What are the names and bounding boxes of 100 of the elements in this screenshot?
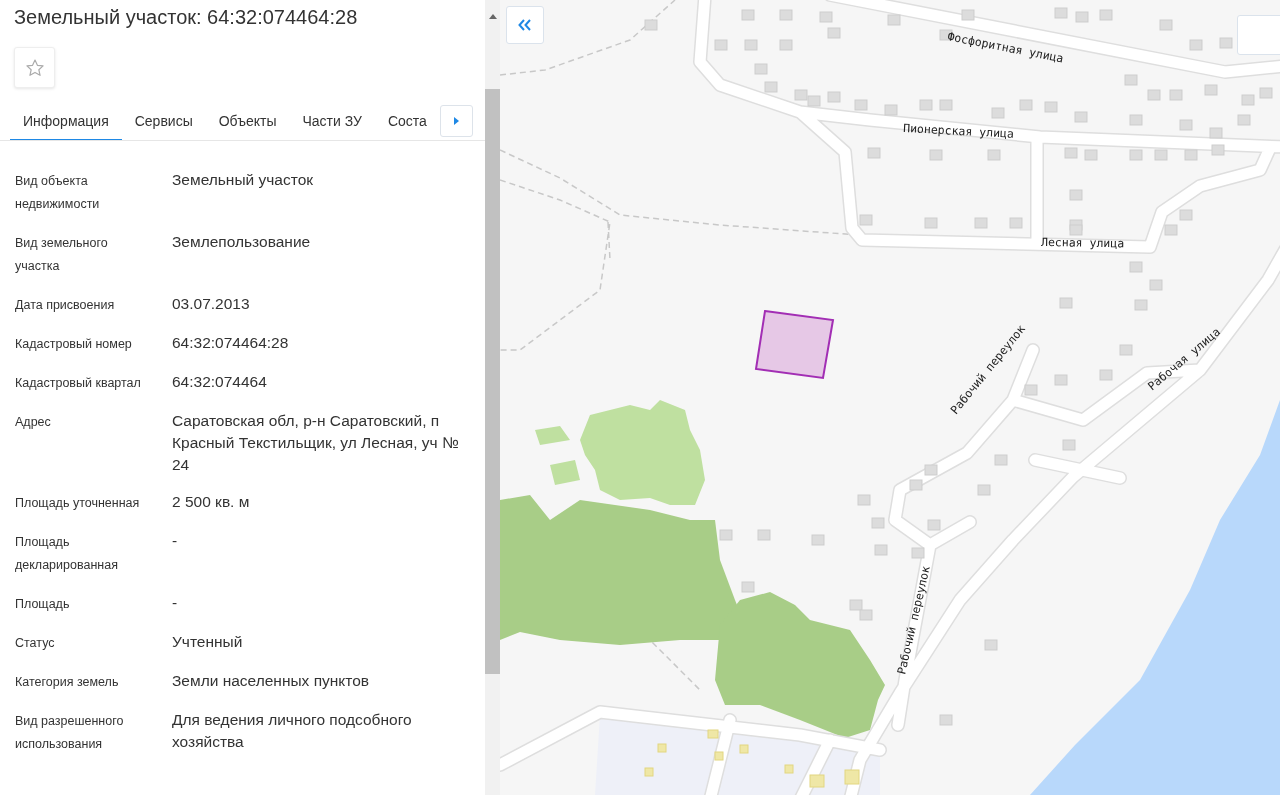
building — [1099, 369, 1113, 381]
house — [707, 729, 719, 739]
map-control-panel[interactable] — [1237, 15, 1280, 55]
building — [1059, 297, 1073, 309]
field-label: Дата присвоения — [15, 297, 116, 314]
building — [924, 217, 938, 229]
building — [984, 639, 998, 651]
field-label: Площадь декларированная — [15, 534, 119, 574]
house — [739, 744, 749, 754]
building — [994, 454, 1008, 466]
field-value: Земли населенных пунктов — [172, 671, 371, 691]
field-label: Кадастровый номер — [15, 336, 133, 353]
house — [844, 769, 860, 785]
field-label: Адрес — [15, 414, 52, 431]
building — [854, 99, 868, 111]
field-value: 64:32:074464:28 — [172, 333, 290, 353]
tab[interactable]: Части ЗУ — [289, 101, 375, 140]
house — [784, 764, 794, 774]
building — [1209, 127, 1223, 139]
panel-title: Земельный участок: 64:32:074464:28 — [13, 5, 359, 30]
building — [719, 529, 733, 541]
field-value: Учтенный — [172, 632, 244, 652]
favorite-button[interactable] — [14, 47, 55, 88]
caret-icon — [453, 116, 459, 125]
building — [1062, 439, 1076, 451]
building — [1211, 144, 1225, 156]
building — [939, 99, 953, 111]
building — [1259, 87, 1273, 99]
field-value: 2 500 кв. м — [172, 492, 251, 512]
building — [977, 484, 991, 496]
building — [1069, 189, 1083, 201]
building — [1099, 9, 1113, 21]
building — [764, 81, 778, 93]
building — [1129, 261, 1143, 273]
land-parcel[interactable] — [754, 309, 835, 380]
collapse-panel-button[interactable] — [506, 6, 544, 44]
building — [1074, 111, 1088, 123]
building — [987, 149, 1001, 161]
star-icon — [24, 57, 45, 78]
tab[interactable]: Сервисы — [121, 101, 206, 140]
field-value: Саратовская обл, р-н Саратовский, п Красный Текстильщик, ул Лесная, уч № 24 — [172, 411, 460, 475]
building — [1134, 299, 1148, 311]
house — [644, 767, 654, 777]
building — [714, 39, 728, 51]
building — [927, 519, 941, 531]
double-chevron-left-icon — [518, 19, 532, 31]
scrollbar-thumb[interactable] — [485, 89, 500, 674]
tab[interactable]: Объекты — [205, 101, 290, 140]
building — [1054, 7, 1068, 19]
building — [1179, 119, 1193, 131]
building — [909, 479, 923, 491]
building — [807, 95, 821, 107]
building — [871, 517, 885, 529]
building — [1149, 279, 1163, 291]
building — [1237, 114, 1251, 126]
field-label: Площадь уточненная — [15, 495, 141, 512]
building — [1024, 384, 1038, 396]
building — [1124, 74, 1138, 86]
building — [779, 9, 793, 21]
street-label: Пионерская улица — [902, 121, 1015, 141]
field-label: Вид объекта недвижимости — [15, 173, 101, 213]
building — [744, 39, 758, 51]
house — [714, 751, 724, 761]
building — [1009, 217, 1023, 229]
field-value: Земельный участок — [172, 170, 315, 190]
building — [859, 609, 873, 621]
field-value: Землепользование — [172, 232, 312, 252]
tabs-scroll-button[interactable] — [439, 104, 473, 137]
house — [809, 774, 825, 788]
building — [859, 214, 873, 226]
building — [991, 107, 1005, 119]
tab[interactable]: Информация — [10, 101, 122, 140]
building — [887, 14, 901, 26]
field-value: Для ведения личного подсобного хозяйства — [172, 710, 413, 752]
building — [1019, 99, 1033, 111]
building — [1189, 39, 1203, 51]
building — [924, 464, 938, 476]
field-label: Кадастровый квартал — [15, 375, 142, 392]
building — [857, 494, 871, 506]
building — [779, 39, 793, 51]
building — [741, 9, 755, 21]
building — [1184, 149, 1198, 161]
building — [1164, 224, 1178, 236]
field-value: - — [172, 531, 179, 551]
building — [1169, 89, 1183, 101]
building — [819, 11, 833, 23]
building — [1219, 37, 1233, 49]
field-value: 03.07.2013 — [172, 294, 251, 314]
building — [741, 581, 755, 593]
building — [911, 547, 925, 559]
building — [1044, 101, 1058, 113]
building — [1129, 149, 1143, 161]
tab[interactable]: Соста — [374, 101, 440, 140]
street-label: Лесная улица — [1040, 235, 1125, 251]
house — [657, 743, 667, 753]
building — [884, 104, 898, 116]
building — [929, 149, 943, 161]
building — [1159, 19, 1173, 31]
field-value: 64:32:074464 — [172, 372, 268, 392]
building — [754, 63, 768, 75]
